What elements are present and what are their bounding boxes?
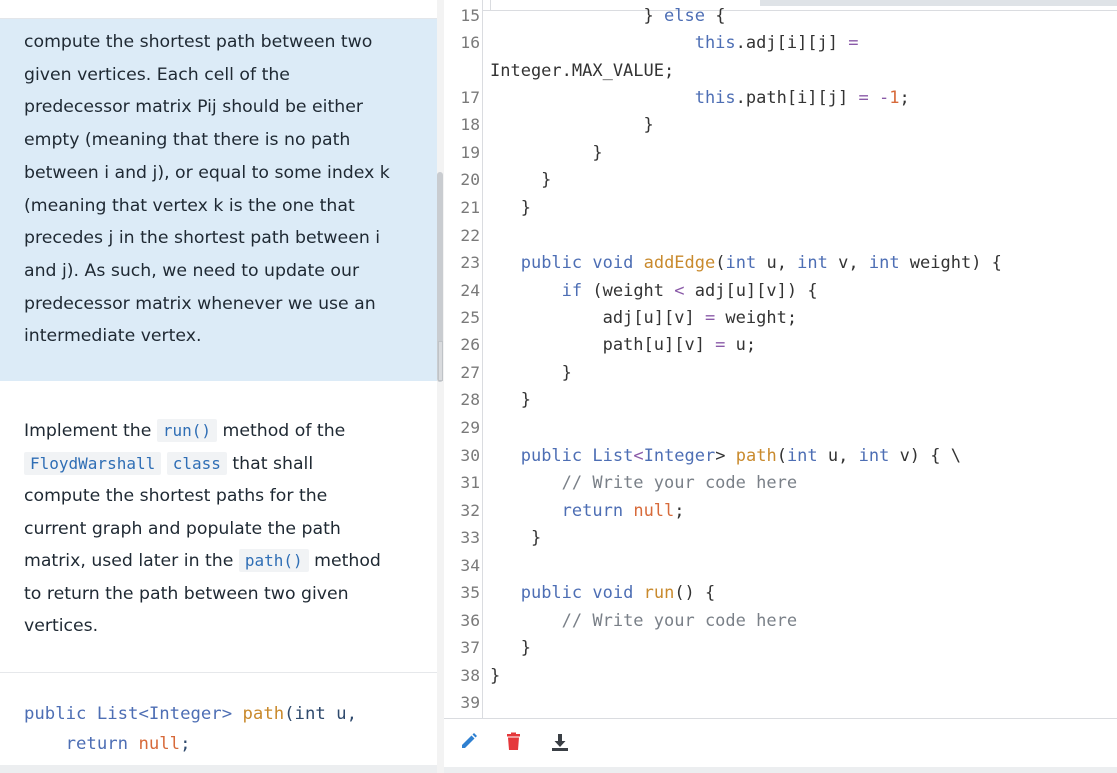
line-number: 23 — [460, 253, 480, 272]
line-number: 29 — [460, 418, 480, 437]
text-line: given vertices. Each cell of the — [24, 64, 290, 85]
code-line[interactable]: } — [490, 363, 572, 383]
text-fragment: method of the — [217, 421, 346, 441]
line-number: 18 — [460, 115, 480, 134]
text-line: to return the path between two given — [24, 583, 349, 604]
line-number: 24 — [460, 281, 480, 300]
text-line: compute the shortest paths for the — [24, 486, 328, 506]
line-number: 31 — [460, 473, 480, 492]
line-number: 36 — [460, 611, 480, 630]
code-line[interactable]: } — [490, 528, 541, 548]
code-line[interactable]: Integer.MAX_VALUE; — [490, 61, 674, 81]
line-number: 34 — [460, 556, 480, 575]
inline-code-run: run() — [156, 419, 218, 442]
inline-code-path: path() — [238, 549, 309, 572]
code-line[interactable]: public List<Integer> path(int u, int v) … — [490, 446, 961, 466]
text-line: intermediate vertex. — [24, 326, 202, 347]
code-line[interactable]: path[u][v] = u; — [490, 335, 757, 355]
text-line: precedes j in the shortest path between … — [24, 228, 381, 249]
delete-button[interactable] — [503, 731, 525, 753]
code-line[interactable]: public void run() { — [490, 583, 716, 603]
editor-toolbar — [444, 719, 1117, 773]
section-divider — [0, 672, 437, 673]
code-line[interactable]: } else { — [490, 6, 726, 26]
instructions-pane: compute the shortest path between two gi… — [0, 0, 437, 773]
code-token: return — [65, 734, 139, 754]
code-line[interactable]: } — [490, 390, 531, 410]
task-paragraph: Implement the run() method of the FloydW… — [24, 415, 409, 643]
pane-resize-handle[interactable] — [438, 341, 443, 381]
line-number: 16 — [460, 33, 480, 52]
code-line[interactable]: adj[u][v] = weight; — [490, 308, 798, 328]
line-number: 35 — [460, 583, 480, 602]
code-line[interactable]: // Write your code here — [490, 473, 797, 493]
line-number: 17 — [460, 88, 480, 107]
text-line: and j). As such, we need to update our — [24, 260, 360, 281]
text-line: FloydWarshall class that shall — [24, 448, 409, 481]
edit-button[interactable] — [458, 731, 480, 753]
text-fragment: that shall — [226, 453, 314, 474]
text-line: predecessor matrix whenever we use an — [24, 293, 376, 314]
line-number: 28 — [460, 390, 480, 409]
code-line[interactable]: this.path[i][j] = -1; — [490, 88, 910, 108]
line-number: 22 — [460, 226, 480, 245]
code-token: (int u, — [284, 704, 368, 724]
line-number: 20 — [460, 170, 480, 189]
text-line: empty (meaning that there is no path — [24, 130, 351, 151]
download-icon — [552, 734, 568, 751]
line-number: 30 — [460, 446, 480, 465]
code-token: path — [242, 704, 285, 724]
text-line: predecessor matrix Pij should be either — [24, 97, 363, 118]
description-paragraph: compute the shortest path between two gi… — [24, 26, 409, 353]
left-bottom-bar — [0, 765, 437, 773]
text-fragment: method — [308, 551, 381, 571]
code-line[interactable]: return null; — [490, 501, 685, 521]
code-token: public — [24, 704, 97, 724]
text-line: (meaning that vertex k is the one that — [24, 195, 355, 216]
code-line[interactable]: // Write your code here — [490, 611, 797, 631]
line-number: 32 — [460, 501, 480, 520]
code-token: null — [138, 734, 181, 754]
text-line: Implement the run() method of the — [24, 415, 409, 448]
code-line[interactable]: if (weight < adj[u][v]) { — [490, 281, 818, 301]
text-fragment: Implement the — [24, 421, 157, 441]
editor-bottom-strip — [444, 767, 1117, 773]
pencil-icon — [462, 733, 477, 748]
line-number: 21 — [460, 198, 480, 217]
code-line[interactable]: } — [490, 666, 500, 686]
code-line[interactable]: public void addEdge(int u, int v, int we… — [490, 253, 1002, 273]
code-snippet-line: return null; — [24, 734, 191, 754]
editor-header-tab — [760, 0, 1117, 6]
line-number: 19 — [460, 143, 480, 162]
inline-code-class: class — [166, 451, 227, 475]
text-line: between i and j), or equal to some index… — [24, 162, 390, 183]
line-number: 25 — [460, 308, 480, 327]
code-line[interactable]: } — [490, 198, 531, 218]
text-line: current graph and populate the path — [24, 518, 341, 539]
scrollbar-track[interactable] — [437, 0, 444, 773]
line-number: 37 — [460, 638, 480, 657]
code-line[interactable]: } — [490, 638, 531, 658]
code-line[interactable]: } — [490, 143, 602, 163]
text-line: matrix, used later in the path() method — [24, 545, 409, 578]
trash-icon — [507, 732, 520, 750]
download-button[interactable] — [549, 731, 571, 753]
code-token: ; — [180, 734, 191, 754]
line-number: 26 — [460, 335, 480, 354]
line-number: 15 — [460, 6, 480, 25]
code-line[interactable]: } — [490, 115, 654, 135]
code-line[interactable]: this.adj[i][j] = — [490, 33, 859, 53]
inline-code-classname: FloydWarshall — [24, 451, 162, 475]
line-number: 33 — [460, 528, 480, 547]
code-token: List<Integer> — [96, 704, 243, 724]
code-snippet-line: public List<Integer> path(int u, — [24, 704, 367, 724]
code-line[interactable]: } — [490, 170, 551, 190]
text-line: compute the shortest path between two — [24, 32, 373, 52]
line-number: 27 — [460, 363, 480, 382]
text-line: vertices. — [24, 616, 99, 636]
line-number: 38 — [460, 666, 480, 685]
line-number: 39 — [460, 693, 480, 712]
text-fragment: matrix, used later in the — [24, 551, 239, 571]
top-divider — [0, 0, 437, 19]
